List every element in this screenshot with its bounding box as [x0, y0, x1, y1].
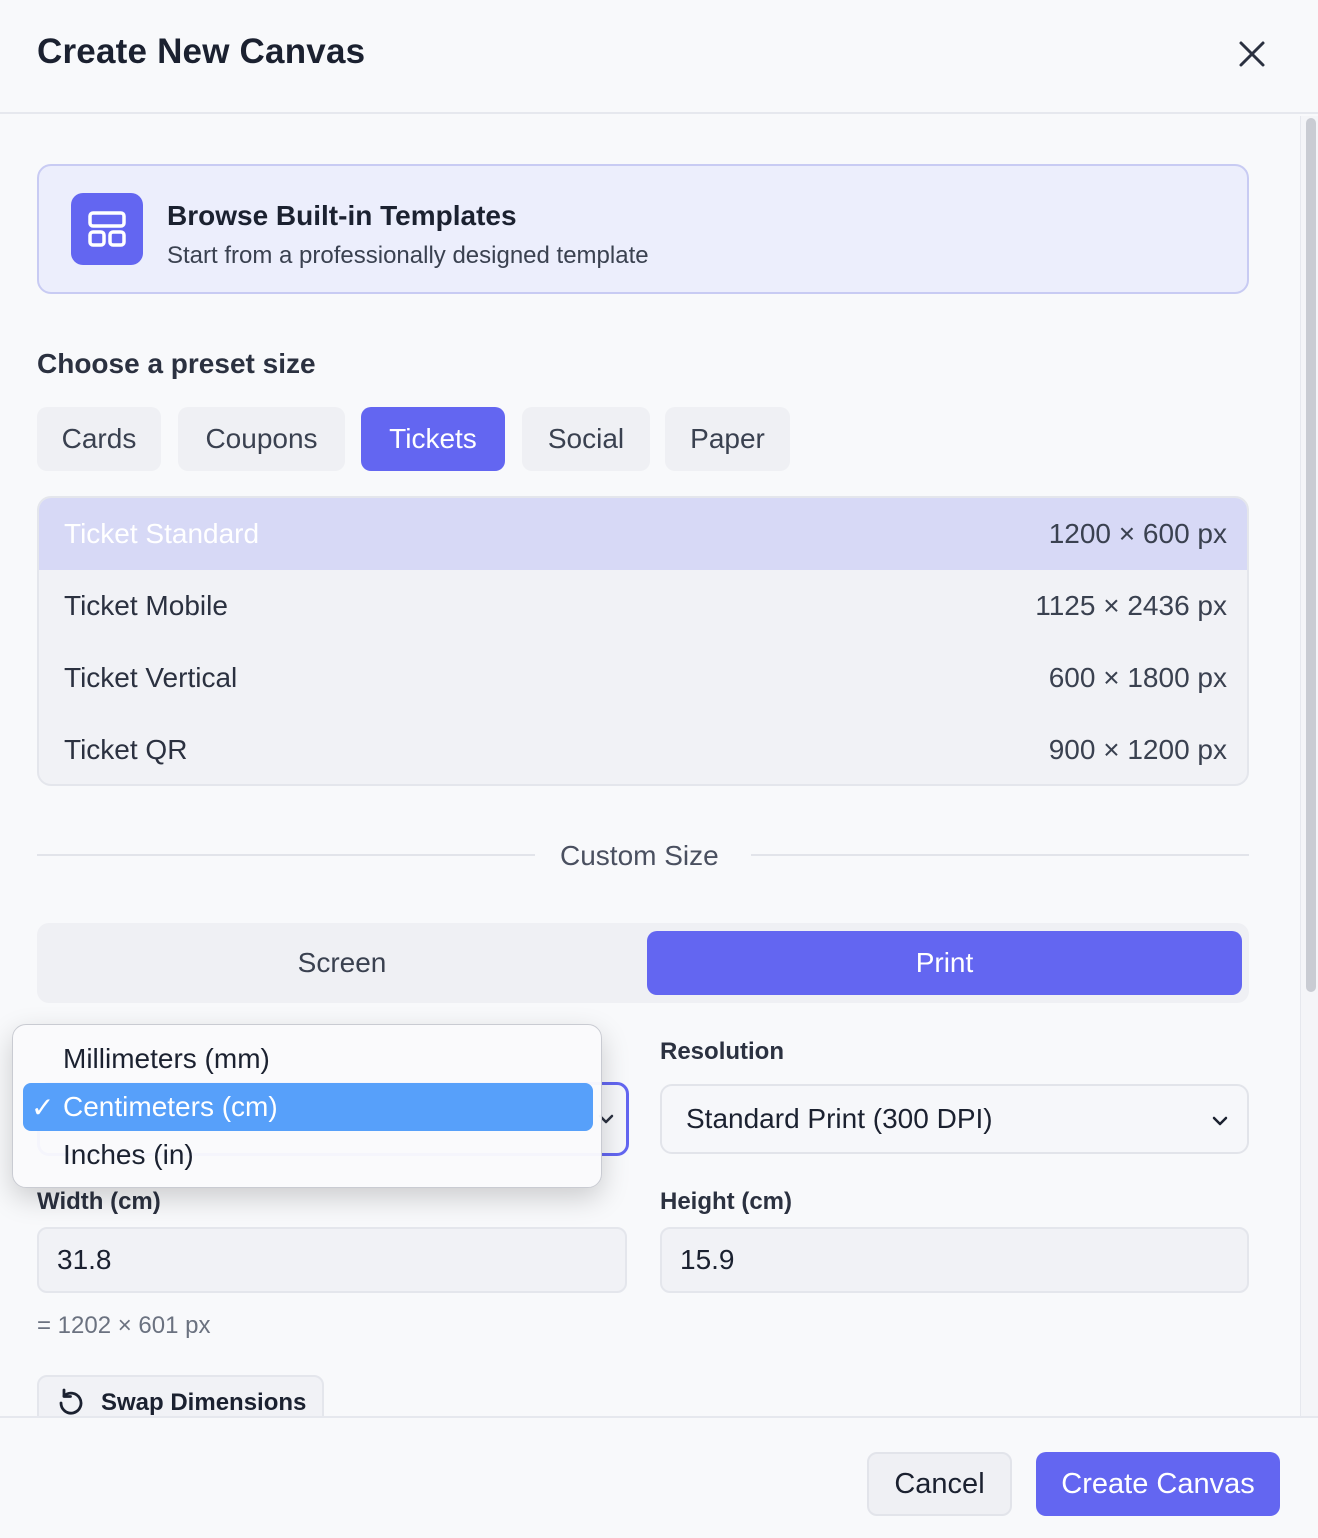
templates-title: Browse Built-in Templates — [167, 200, 517, 231]
preset-size: 900 × 1200 px — [1048, 734, 1227, 765]
browse-templates-card[interactable]: Browse Built-in Templates Start from a p… — [37, 164, 1249, 294]
preset-name: Ticket QR — [64, 734, 188, 765]
mode-screen-button[interactable]: Screen — [45, 931, 639, 995]
tab-tickets[interactable]: Tickets — [361, 407, 505, 471]
chevron-down-icon — [1212, 1116, 1228, 1126]
preset-item-ticket-mobile[interactable]: Ticket Mobile 1125 × 2436 px — [39, 570, 1247, 642]
pixel-equivalent: = 1202 × 601 px — [37, 1312, 211, 1339]
preset-size: 1200 × 600 px — [1048, 518, 1227, 549]
units-dropdown: Millimeters (mm) ✓ Centimeters (cm) Inch… — [12, 1024, 602, 1188]
unit-option-label: Inches (in) — [63, 1139, 194, 1170]
mode-print-button[interactable]: Print — [647, 931, 1242, 995]
checkmark-icon: ✓ — [31, 1091, 55, 1123]
divider-right — [751, 854, 1249, 856]
dialog-header: Create New Canvas — [0, 0, 1318, 114]
preset-item-ticket-vertical[interactable]: Ticket Vertical 600 × 1800 px — [39, 642, 1247, 714]
scrollbar-thumb[interactable] — [1306, 118, 1316, 992]
preset-size: 1125 × 2436 px — [1035, 590, 1227, 621]
close-icon — [1239, 41, 1265, 67]
layout-template-icon — [71, 193, 143, 265]
preset-list: Ticket Standard 1200 × 600 px Ticket Mob… — [37, 496, 1249, 786]
custom-size-label: Custom Size — [560, 840, 719, 871]
preset-name: Ticket Vertical — [64, 662, 238, 693]
width-label: Width (cm) — [37, 1188, 161, 1215]
swap-dimensions-label: Swap Dimensions — [101, 1389, 307, 1416]
resolution-label: Resolution — [660, 1038, 784, 1065]
close-button[interactable] — [1228, 30, 1276, 78]
rotate-ccw-icon — [59, 1388, 83, 1415]
preset-size-label: Choose a preset size — [37, 348, 316, 379]
unit-option-mm[interactable]: Millimeters (mm) — [23, 1035, 593, 1083]
height-label: Height (cm) — [660, 1188, 792, 1215]
height-input[interactable]: 15.9 — [660, 1227, 1249, 1293]
unit-option-in[interactable]: Inches (in) — [23, 1131, 593, 1179]
preset-size: 600 × 1800 px — [1048, 662, 1227, 693]
divider-left — [37, 854, 535, 856]
tab-cards[interactable]: Cards — [37, 407, 161, 471]
dialog-footer: Cancel Create Canvas — [0, 1416, 1318, 1538]
templates-subtitle: Start from a professionally designed tem… — [167, 242, 649, 269]
unit-option-label: Centimeters (cm) — [63, 1091, 278, 1122]
tab-coupons[interactable]: Coupons — [178, 407, 345, 471]
unit-option-label: Millimeters (mm) — [63, 1043, 270, 1074]
tab-paper[interactable]: Paper — [665, 407, 790, 471]
preset-item-ticket-qr[interactable]: Ticket QR 900 × 1200 px — [39, 714, 1247, 784]
preset-item-ticket-standard[interactable]: Ticket Standard 1200 × 600 px — [39, 498, 1247, 570]
mode-toggle: Screen Print — [37, 923, 1249, 1003]
width-input[interactable]: 31.8 — [37, 1227, 627, 1293]
cancel-button[interactable]: Cancel — [867, 1452, 1012, 1516]
dialog-title: Create New Canvas — [37, 32, 366, 71]
preset-name: Ticket Mobile — [64, 590, 228, 621]
tab-social[interactable]: Social — [522, 407, 650, 471]
resolution-value: Standard Print (300 DPI) — [686, 1103, 993, 1134]
create-canvas-button[interactable]: Create Canvas — [1036, 1452, 1280, 1516]
preset-name: Ticket Standard — [64, 518, 260, 549]
resolution-select[interactable]: Standard Print (300 DPI) — [660, 1084, 1249, 1154]
unit-option-cm[interactable]: ✓ Centimeters (cm) — [23, 1083, 593, 1131]
